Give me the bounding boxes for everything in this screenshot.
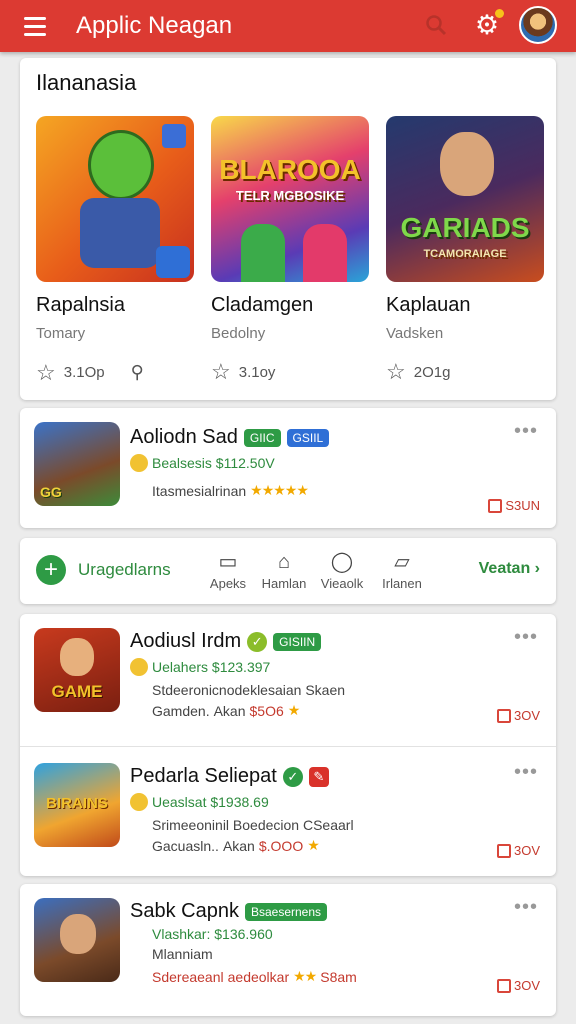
game-icon: [34, 898, 120, 982]
download-icon: [488, 498, 503, 513]
nav-item-hamlan[interactable]: ⌂ Hamlan: [254, 548, 314, 591]
item-desc-text: Itasmesialrinan: [152, 482, 247, 499]
game-icon: GG: [34, 422, 120, 506]
nav-item-irlanen[interactable]: ▱ Irlanen: [372, 548, 432, 591]
list-item[interactable]: GG Aoliodn Sad GIIC GSIIL Bealsesis $112…: [20, 408, 556, 528]
rating-stars: ★★★★★: [250, 482, 309, 498]
gear-icon[interactable]: ⚙: [473, 9, 504, 39]
download-button[interactable]: S3UN: [488, 498, 540, 513]
status-badge: Bsaesernens: [244, 902, 328, 921]
game-art: BLAROOA TELR MGBOSIKE: [211, 116, 369, 282]
featured-tile[interactable]: Rapalnsia Tomary ☆ 3.1Op ⚲: [36, 116, 196, 383]
verified-icon: ✓: [282, 766, 303, 787]
chat-icon: ◯: [330, 551, 354, 573]
notification-dot: [495, 9, 504, 18]
view-link[interactable]: Veatan ›: [479, 560, 540, 578]
tile-rating: 3.1Op: [63, 364, 105, 381]
more-icon[interactable]: •••: [514, 420, 538, 443]
tile-category: Bedolny: [211, 325, 266, 342]
item-title: Pedarla Seliepat ✓ ✎: [130, 765, 329, 788]
game-list: GAME Aodiusl Irdm ✓ GISIIN Uelahers $123…: [20, 614, 556, 876]
download-icon: [496, 978, 511, 993]
chevron-right-icon: ›: [534, 560, 540, 577]
item-title: Aodiusl Irdm ✓ GISIIN: [130, 630, 322, 653]
item-meta: Uelahers $123.397: [130, 658, 270, 676]
item-desc-2: Gamden. Akan $5O6 ★: [152, 702, 300, 719]
download-icon: [496, 708, 511, 723]
art-title: GARIADS: [400, 212, 530, 243]
primary-action[interactable]: + Uragedlarns: [36, 555, 171, 585]
tile-name: Rapalnsia: [36, 294, 125, 316]
tile-rating: 3.1oy: [238, 363, 276, 381]
app-title: Applic Neagan: [76, 12, 233, 39]
art-title: BLAROOA: [219, 154, 361, 185]
monitor-icon: ▭: [218, 551, 238, 573]
coin-icon: [130, 793, 148, 811]
featured-card: Ilananasia Rapalnsia Tomary ☆ 3.1Op ⚲ BLAR…: [20, 58, 556, 400]
download-button[interactable]: 3OV: [496, 978, 540, 993]
nav-strip: + Uragedlarns ▭ Apeks ⌂ Hamlan ◯ Vieaolk ▱ I…: [20, 538, 556, 604]
bell-icon: ▱: [394, 551, 410, 573]
more-icon[interactable]: •••: [514, 896, 538, 919]
item-desc: Mlanniam: [152, 946, 213, 962]
item-desc: Stdeeronicnodeklesaian Skaen: [152, 682, 346, 698]
download-button[interactable]: 3OV: [496, 843, 540, 858]
item-price: Bealsesis $112.50V: [152, 455, 275, 471]
search-icon[interactable]: [424, 13, 448, 37]
icon-text: GAME: [51, 682, 103, 701]
tile-name: Cladamgen: [211, 294, 314, 316]
list-item[interactable]: BIRAINS Pedarla Seliepat ✓ ✎ Ueaslsat $1…: [20, 747, 556, 875]
star-outline-icon[interactable]: ☆: [211, 361, 231, 383]
tile-category: Tomary: [36, 325, 86, 342]
more-icon[interactable]: •••: [514, 761, 538, 784]
home-icon: ⌂: [277, 551, 291, 573]
app-bar: Applic Neagan ⚙: [0, 0, 576, 52]
item-desc: Itasmesialrinan ★★★★★: [152, 482, 309, 499]
item-title: Aoliodn Sad GIIC GSIIL: [130, 426, 330, 449]
menu-icon[interactable]: [24, 16, 46, 36]
tile-rating: 2O1g: [413, 363, 451, 381]
primary-action-label: Uragedlarns: [78, 560, 171, 579]
item-meta: Bealsesis $112.50V: [130, 454, 275, 472]
item-desc: Srimeeoninil Boedecion CSeaarl: [152, 817, 354, 833]
icon-text: GG: [40, 484, 62, 500]
coin-icon: [130, 658, 148, 676]
item-title-text: Aoliodn Sad: [130, 426, 238, 448]
item-title: Sabk Capnk Bsaesernens: [130, 900, 328, 923]
edit-icon: ✎: [308, 766, 329, 787]
item-meta: Vlashkar: $136.960: [152, 926, 273, 942]
status-badge: GISIIN: [273, 632, 322, 651]
tile-category: Vadsken: [386, 325, 444, 342]
nav-item-vieaolk[interactable]: ◯ Vieaolk: [312, 548, 372, 591]
tile-name: Kaplauan: [386, 294, 471, 316]
list-item[interactable]: Sabk Capnk Bsaesernens Vlashkar: $136.96…: [20, 884, 556, 1016]
art-subtitle: TCAMORAIAGE: [423, 248, 507, 260]
section-title: Ilananasia: [36, 70, 137, 95]
status-badge: GIIC: [243, 428, 281, 447]
plus-icon: +: [36, 555, 66, 585]
featured-tile[interactable]: GARIADS TCAMORAIAGE Kaplauan Vadsken ☆ 2O…: [386, 116, 546, 383]
avatar[interactable]: [519, 6, 557, 44]
nav-item-apeks[interactable]: ▭ Apeks: [198, 548, 258, 591]
star-outline-icon[interactable]: ☆: [36, 361, 56, 383]
more-icon[interactable]: •••: [514, 626, 538, 649]
item-desc-2: Gacuasln.. Akan $.OOO ★: [152, 837, 320, 854]
status-badge: GSIIL: [286, 428, 330, 447]
featured-tile[interactable]: BLAROOA TELR MGBOSIKE Cladamgen Bedolny …: [211, 116, 371, 383]
game-icon: GAME: [34, 628, 120, 712]
star-outline-icon[interactable]: ☆: [386, 361, 406, 383]
game-art: GARIADS TCAMORAIAGE: [386, 116, 544, 282]
icon-text: BIRAINS: [46, 795, 108, 812]
user-icon: ⚲: [130, 362, 144, 382]
item-meta: Ueaslsat $1938.69: [130, 793, 269, 811]
list-item[interactable]: GAME Aodiusl Irdm ✓ GISIIN Uelahers $123…: [20, 614, 556, 746]
art-subtitle: TELR MGBOSIKE: [235, 188, 345, 203]
verified-icon: ✓: [247, 631, 268, 652]
coin-icon: [130, 454, 148, 472]
item-desc-2: Sdereaeanl aedeolkar ★★ S8am: [152, 968, 357, 985]
download-button[interactable]: 3OV: [496, 708, 540, 723]
game-art: [36, 116, 194, 282]
game-icon: BIRAINS: [34, 763, 120, 847]
download-icon: [496, 843, 511, 858]
